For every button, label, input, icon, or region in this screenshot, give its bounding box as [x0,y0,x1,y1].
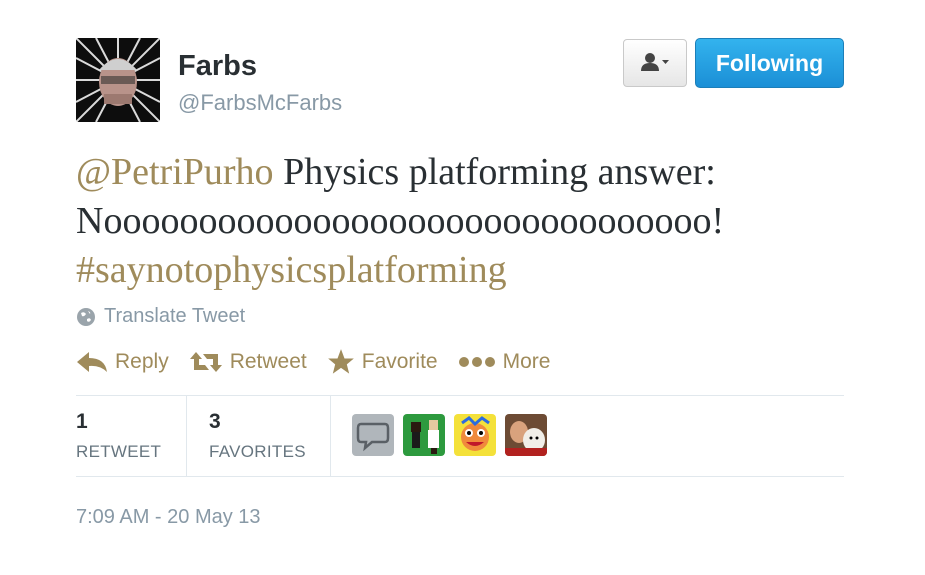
retweet-count: 1 [76,410,88,433]
retweet-label: Retweet [229,350,307,373]
user-dropdown-icon [641,53,669,71]
favoriter-avatar[interactable] [403,414,445,456]
author-handle[interactable]: @FarbsMcFarbs [178,90,342,116]
tweet-text: @PetriPurho Physics platforming answer: … [76,148,856,295]
translate-label: Translate Tweet [104,305,246,327]
reply-label: Reply [115,350,169,373]
user-actions-button[interactable] [623,39,687,87]
globe-icon [77,307,95,326]
more-button[interactable]: More [458,346,551,378]
favorite-label: Favorite [361,350,438,373]
hashtag-link[interactable]: #saynotophysicsplatforming [76,249,507,291]
reply-icon [77,352,107,372]
tweet-timestamp[interactable]: 7:09 AM - 20 May 13 [76,506,261,529]
favorites-count: 3 [209,410,221,433]
favoriters-avatars [352,414,547,456]
more-label: More [502,350,551,373]
retweet-button[interactable]: Retweet [189,346,307,378]
retweet-stat[interactable]: 1 RETWEET [76,396,186,476]
retweet-icon [189,352,222,372]
tweet-text-line2: Noooooooooooooooooooooooooooooooo! [76,200,725,242]
stats-divider [330,396,331,476]
mention-link[interactable]: @PetriPurho [76,151,274,193]
reply-button[interactable]: Reply [76,346,169,378]
following-button[interactable]: Following [695,38,844,88]
favorites-stat-label: FAVORITES [209,442,306,461]
favoriter-avatar[interactable] [352,414,394,456]
favoriter-avatar[interactable] [505,414,547,456]
tweet-stats: 1 RETWEET 3 FAVORITES [76,396,331,476]
favoriter-avatar[interactable] [454,414,496,456]
retweet-stat-label: RETWEET [76,442,162,461]
star-icon [327,349,354,374]
more-dots-icon [458,357,495,367]
author-avatar[interactable] [76,38,160,122]
tweet-text-line1: Physics platforming answer: [273,151,716,193]
translate-tweet-link[interactable]: Translate Tweet [76,305,245,328]
stats-bottom-divider [76,476,844,477]
favorites-stat[interactable]: 3 FAVORITES [187,396,330,476]
favorite-button[interactable]: Favorite [327,346,438,378]
tweet-actions: Reply Retweet Favorite More [76,346,570,378]
author-name[interactable]: Farbs [178,50,257,83]
